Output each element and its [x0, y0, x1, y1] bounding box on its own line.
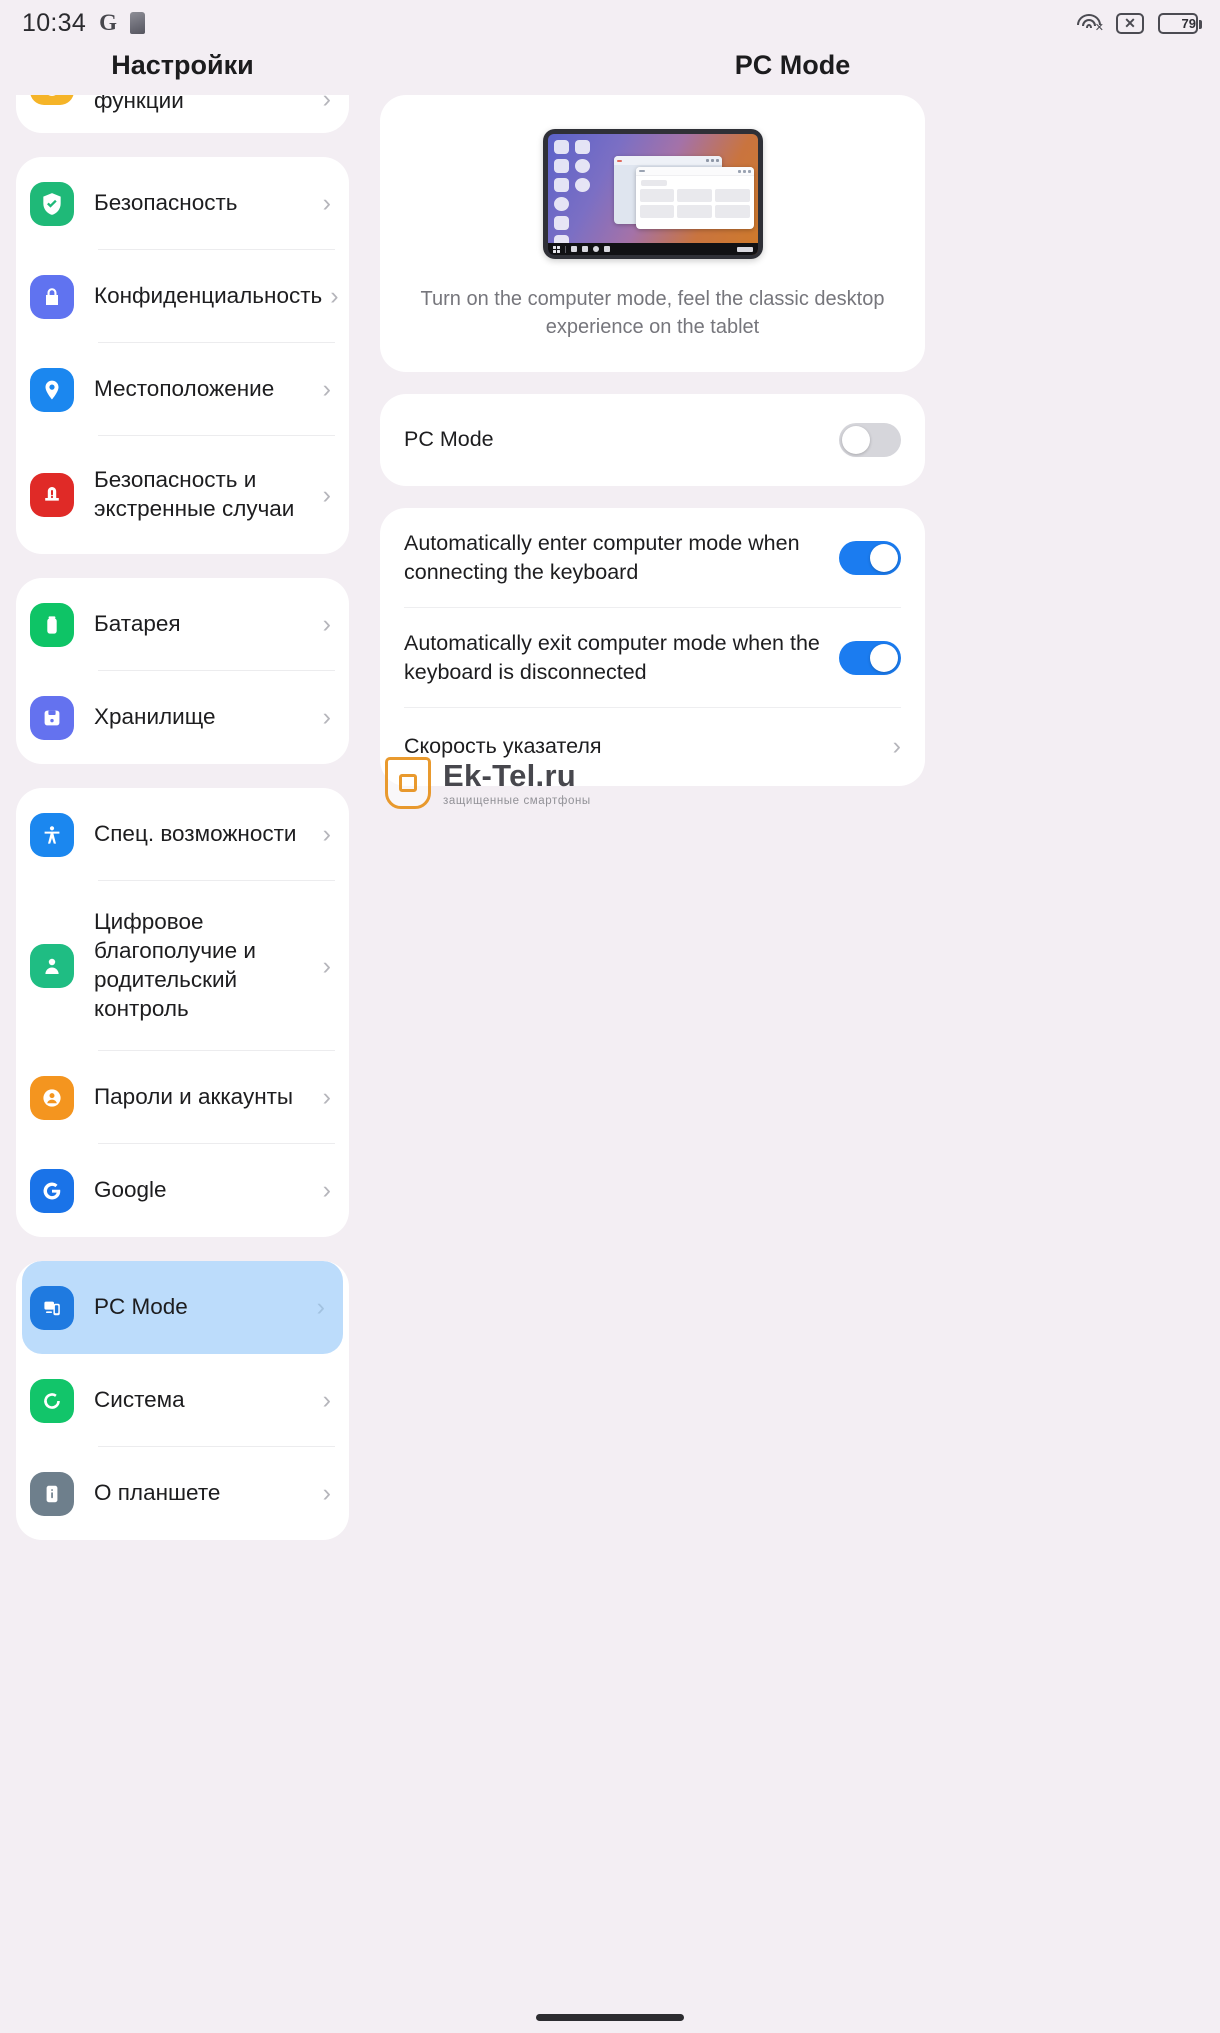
auto-exit-switch[interactable]: [839, 640, 901, 675]
settings-page-title: Настройки: [111, 50, 254, 80]
chevron-right-icon: ›: [322, 1176, 331, 1204]
pc-mode-toggle-label: PC Mode: [404, 427, 494, 452]
pc-mode-icon: [30, 1285, 74, 1330]
chevron-right-icon: ›: [322, 480, 331, 509]
sidebar-item-label: Цифровое благополучие и родительский кон…: [94, 909, 256, 1021]
sim-card-icon: [129, 12, 145, 34]
google-assistant-icon: G: [99, 10, 117, 35]
location-pin-icon: [30, 367, 74, 412]
battery-icon: [30, 602, 74, 647]
chevron-right-icon: ›: [322, 1386, 331, 1414]
status-bar-left: 10:34 G: [22, 9, 145, 38]
lock-icon: [30, 274, 74, 319]
about-tablet-icon: [30, 1471, 74, 1516]
desktop-icons: [553, 140, 590, 249]
auto-exit-row[interactable]: Automatically exit computer mode when th…: [380, 608, 925, 708]
pointer-speed-label: Скорость указателя: [404, 734, 602, 759]
sidebar-item-label: функции: [94, 95, 184, 113]
accessibility-icon: [30, 812, 74, 857]
sidebar-item-label: Конфиденциальность: [94, 283, 323, 309]
chevron-right-icon: ›: [892, 732, 901, 761]
chevron-right-icon: ›: [322, 375, 331, 403]
sidebar-item-features[interactable]: функции ›: [16, 95, 349, 133]
battery-icon: 79: [1158, 12, 1202, 34]
status-bar: 10:34 G ✕ ✕ 79: [0, 0, 1220, 46]
sidebar-item-privacy[interactable]: Конфиденциальность ›: [16, 250, 349, 343]
sidebar-item-label: Пароли и аккаунты: [94, 1084, 294, 1110]
settings-sidebar[interactable]: функции › Безопасность › Конфиденциально…: [0, 95, 365, 2033]
sidebar-item-battery[interactable]: Батарея ›: [16, 578, 349, 671]
sidebar-item-label: Система: [94, 1387, 185, 1413]
chevron-right-icon: ›: [322, 189, 331, 217]
sidebar-item-security[interactable]: Безопасность ›: [16, 157, 349, 250]
sidebar-item-passwords-accounts[interactable]: Пароли и аккаунты ›: [16, 1051, 349, 1144]
sidebar-item-about-tablet[interactable]: О планшете ›: [16, 1447, 349, 1540]
pointer-speed-row[interactable]: Скорость указателя ›: [380, 708, 925, 786]
chevron-right-icon: ›: [322, 703, 331, 731]
sidebar-item-label: Безопасность и экстренные случаи: [94, 467, 295, 521]
sidebar-item-label: Хранилище: [94, 704, 216, 730]
signal-x-icon: ✕: [1116, 12, 1144, 34]
auto-enter-switch[interactable]: [839, 540, 901, 575]
shield-check-icon: [30, 181, 74, 226]
wellbeing-icon: [30, 944, 74, 988]
desktop-taskbar: [547, 243, 758, 255]
chevron-right-icon: ›: [322, 610, 331, 638]
battery-level: 79: [1181, 15, 1196, 31]
pc-mode-toggle-card: PC Mode: [380, 393, 925, 486]
pc-mode-page-title: PC Mode: [734, 50, 851, 80]
pc-mode-hero-card: Turn on the computer mode, feel the clas…: [380, 95, 925, 372]
wifi-icon: ✕: [1076, 13, 1104, 34]
start-menu-icon: [552, 245, 560, 253]
storage-icon: [30, 695, 74, 740]
settings-group-personal: Спец. возможности › Цифровое благополучи…: [16, 788, 349, 1237]
sidebar-item-digital-wellbeing[interactable]: Цифровое благополучие и родительский кон…: [16, 881, 349, 1051]
settings-group-device: Батарея › Хранилище ›: [16, 578, 349, 764]
chevron-right-icon: ›: [322, 820, 331, 848]
pc-mode-description: Turn on the computer mode, feel the clas…: [420, 288, 885, 339]
sidebar-item-pc-mode[interactable]: PC Mode ›: [22, 1261, 343, 1354]
system-update-icon: [30, 1378, 74, 1423]
sidebar-item-safety-emergency[interactable]: Безопасность и экстренные случаи ›: [16, 436, 349, 554]
sidebar-item-label: Спец. возможности: [94, 821, 297, 847]
sidebar-item-google[interactable]: Google ›: [16, 1144, 349, 1237]
chevron-right-icon: ›: [322, 1083, 331, 1111]
sidebar-item-label: О планшете: [94, 1480, 221, 1506]
pc-mode-toggle-row[interactable]: PC Mode: [380, 394, 925, 486]
auto-enter-label: Automatically enter computer mode when c…: [404, 530, 800, 584]
sidebar-item-label: Google: [94, 1177, 167, 1203]
account-icon: [30, 1075, 74, 1120]
pc-mode-options-card: Automatically enter computer mode when c…: [380, 507, 925, 786]
emergency-icon: [30, 473, 74, 517]
chevron-right-icon: ›: [316, 1293, 325, 1321]
sidebar-item-label: Местоположение: [94, 376, 275, 402]
chevron-right-icon: ›: [322, 951, 331, 980]
settings-group-security: Безопасность › Конфиденциальность › Мест…: [16, 157, 349, 554]
sidebar-item-label: PC Mode: [94, 1294, 188, 1320]
pc-mode-panel: Turn on the computer mode, feel the clas…: [380, 95, 925, 808]
sidebar-item-storage[interactable]: Хранилище ›: [16, 671, 349, 764]
clock: 10:34: [22, 8, 87, 37]
settings-group-system: PC Mode › Система › О планшете ›: [16, 1261, 349, 1540]
tablet-desktop-illustration: [542, 129, 763, 259]
sidebar-item-system[interactable]: Система ›: [16, 1354, 349, 1447]
tablet-settings-screen: 10:34 G ✕ ✕ 79 Настройки PC Mode функции: [0, 0, 1220, 2033]
home-indicator[interactable]: [536, 2014, 684, 2021]
chevron-right-icon: ›: [322, 1479, 331, 1507]
feature-icon: [30, 95, 74, 105]
status-bar-right: ✕ ✕ 79: [1076, 12, 1202, 34]
sidebar-item-accessibility[interactable]: Спец. возможности ›: [16, 788, 349, 881]
auto-enter-row[interactable]: Automatically enter computer mode when c…: [380, 508, 925, 608]
chevron-right-icon: ›: [330, 282, 339, 310]
auto-exit-label: Automatically exit computer mode when th…: [404, 630, 820, 684]
sidebar-item-label: Безопасность: [94, 190, 238, 216]
sidebar-item-label: Батарея: [94, 611, 181, 637]
pc-mode-switch[interactable]: [839, 422, 901, 457]
settings-group-features: функции ›: [16, 95, 349, 133]
sidebar-item-location[interactable]: Местоположение ›: [16, 343, 349, 436]
desktop-window-front: [635, 167, 754, 229]
google-icon: [30, 1168, 74, 1213]
chevron-right-icon: ›: [322, 95, 331, 113]
